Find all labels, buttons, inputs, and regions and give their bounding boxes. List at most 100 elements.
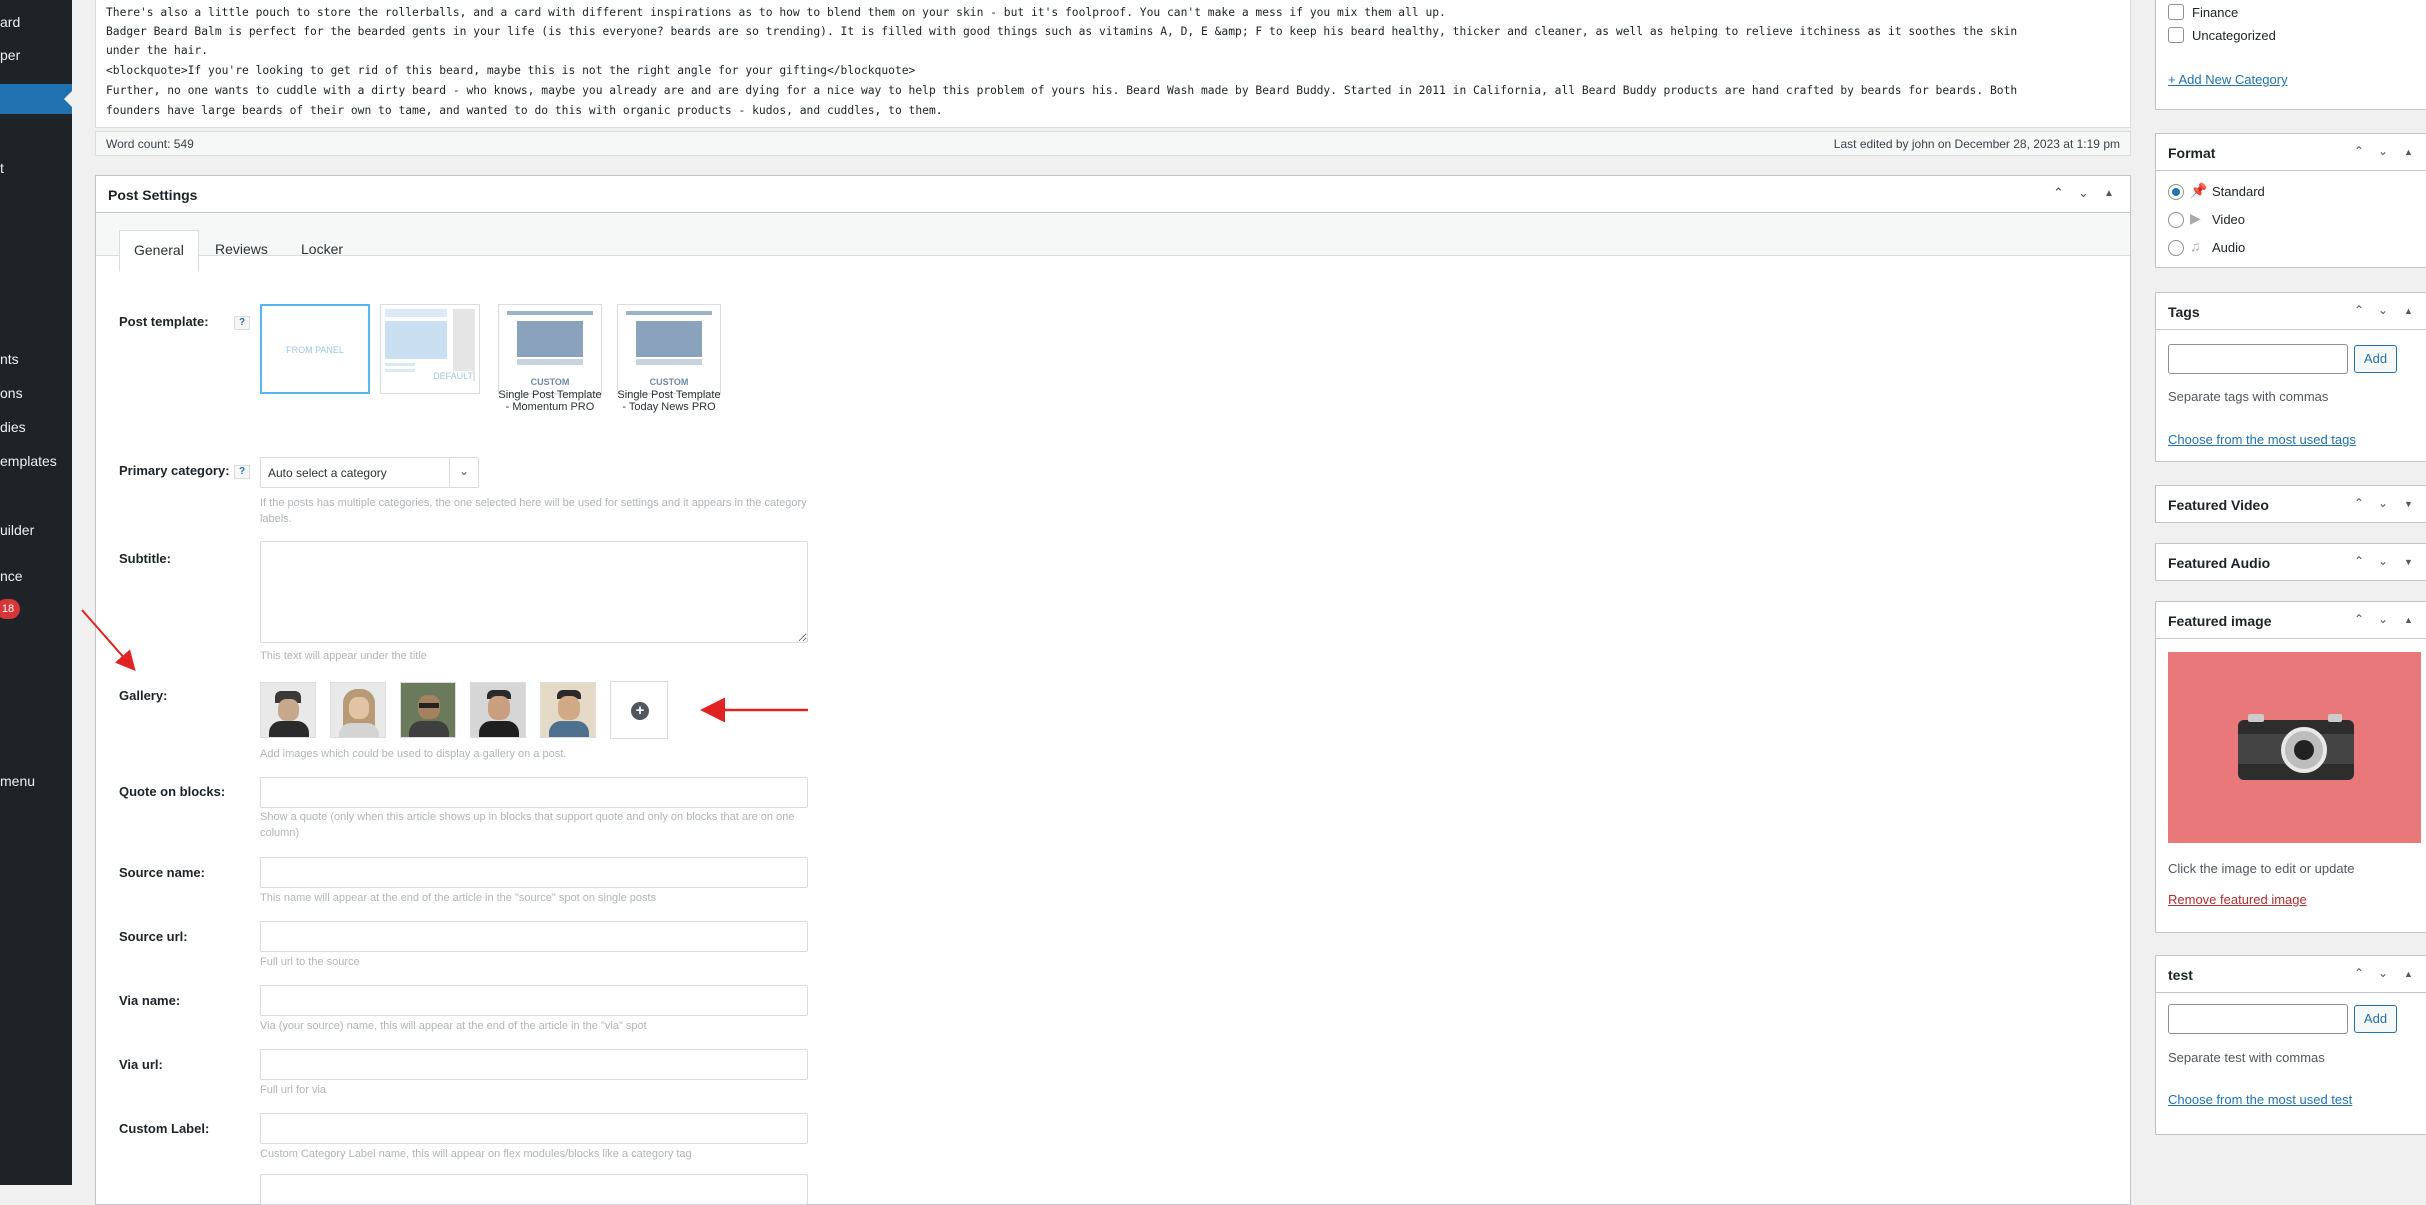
- admin-menu-item[interactable]: uilder: [0, 522, 34, 538]
- most-used-test-link[interactable]: Choose from the most used test: [2168, 1092, 2352, 1107]
- featured-audio-header[interactable]: Featured Audio ⌃ ⌄ ▼: [2156, 544, 2426, 581]
- category-checkbox[interactable]: [2168, 4, 2184, 20]
- post-template-help-icon[interactable]: ?: [234, 316, 250, 330]
- post-settings-tabs: General Reviews Locker: [96, 214, 2130, 272]
- editor-line: founders have large beards of their own …: [106, 104, 943, 117]
- custom-label-input[interactable]: [260, 1113, 808, 1144]
- test-header: test ⌃ ⌄ ▲: [2156, 956, 2426, 993]
- move-down-icon[interactable]: ⌄: [2378, 966, 2388, 980]
- custom-label-label: Custom Label:: [119, 1121, 210, 1136]
- featured-image-header: Featured image ⌃ ⌄ ▲: [2156, 602, 2426, 639]
- template-tag: CUSTOM: [649, 377, 689, 387]
- template-option-today-news[interactable]: CUSTOM: [617, 304, 721, 394]
- format-header: Format ⌃ ⌄ ▲: [2156, 134, 2426, 171]
- featured-image-title: Featured image: [2168, 613, 2272, 629]
- audio-icon: ♫: [2190, 238, 2201, 254]
- template-tag: DEFAULT: [433, 371, 473, 381]
- move-down-icon[interactable]: ⌄: [2078, 185, 2089, 201]
- move-down-icon[interactable]: ⌄: [2378, 144, 2388, 158]
- featured-image-box: Featured image ⌃ ⌄ ▲ Click the image to …: [2155, 601, 2426, 933]
- source-name-help: This name will appear at the end of the …: [260, 892, 657, 904]
- gallery-image[interactable]: [330, 682, 386, 738]
- tags-input[interactable]: [2168, 344, 2348, 374]
- update-count-badge: 18: [0, 599, 20, 619]
- format-box: Format ⌃ ⌄ ▲ 📌 Standard ▶ Video ♫ Audio: [2155, 133, 2426, 268]
- editor-line: under the hair.: [106, 44, 209, 57]
- category-checkbox[interactable]: [2168, 27, 2184, 43]
- source-url-input[interactable]: [260, 921, 808, 952]
- admin-menu-item[interactable]: dies: [0, 419, 26, 435]
- next-field-input[interactable]: [260, 1174, 808, 1205]
- admin-menu-item[interactable]: emplates: [0, 453, 57, 469]
- tab-locker[interactable]: Locker: [287, 230, 357, 272]
- gallery-image[interactable]: [400, 682, 456, 738]
- expand-toggle-icon[interactable]: ▼: [2404, 499, 2413, 509]
- via-url-input[interactable]: [260, 1049, 808, 1080]
- move-down-icon[interactable]: ⌄: [2378, 496, 2388, 510]
- move-down-icon[interactable]: ⌄: [2378, 303, 2388, 317]
- collapse-toggle-icon[interactable]: ▲: [2104, 188, 2114, 199]
- move-up-icon[interactable]: ⌃: [2354, 303, 2364, 317]
- primary-category-select[interactable]: Auto select a category ⌄: [260, 457, 479, 488]
- add-tag-button[interactable]: Add: [2354, 345, 2397, 373]
- template-option-from-panel[interactable]: FROM PANEL: [260, 304, 370, 394]
- admin-menu-item[interactable]: ons: [0, 385, 23, 401]
- editor-status-bar: Word count: 549 Last edited by john on D…: [95, 131, 2131, 156]
- featured-audio-box: Featured Audio ⌃ ⌄ ▼: [2155, 543, 2426, 581]
- move-up-icon[interactable]: ⌃: [2354, 966, 2364, 980]
- tab-reviews[interactable]: Reviews: [201, 230, 282, 272]
- post-content-editor[interactable]: There's also a little pouch to store the…: [95, 0, 2131, 128]
- via-url-help: Full url for via: [260, 1084, 327, 1096]
- collapse-toggle-icon[interactable]: ▲: [2404, 615, 2413, 625]
- move-up-icon[interactable]: ⌃: [2354, 144, 2364, 158]
- chevron-down-icon[interactable]: ⌄: [449, 458, 478, 487]
- tab-general[interactable]: General: [119, 230, 199, 272]
- admin-menu: ard per t nts ons dies emplates uilder n…: [0, 0, 72, 1185]
- remove-featured-image-link[interactable]: Remove featured image: [2168, 892, 2307, 907]
- admin-menu-item[interactable]: nce: [0, 568, 23, 584]
- admin-menu-item[interactable]: t: [0, 160, 4, 176]
- source-url-help: Full url to the source: [260, 956, 360, 968]
- test-input[interactable]: [2168, 1004, 2348, 1034]
- gallery-image[interactable]: [540, 682, 596, 738]
- add-new-category-link[interactable]: + Add New Category: [2168, 72, 2288, 87]
- category-label: Uncategorized: [2192, 28, 2276, 43]
- template-caption: Single Post Template - Today News PRO: [617, 389, 721, 413]
- admin-menu-current-item[interactable]: [0, 84, 72, 114]
- featured-video-box: Featured Video ⌃ ⌄ ▼: [2155, 485, 2426, 523]
- via-url-label: Via url:: [119, 1057, 163, 1072]
- add-test-button[interactable]: Add: [2354, 1005, 2397, 1033]
- primary-category-help-icon[interactable]: ?: [234, 465, 250, 479]
- gallery-image[interactable]: [470, 682, 526, 738]
- featured-image-preview[interactable]: [2168, 652, 2421, 843]
- move-down-icon[interactable]: ⌄: [2378, 612, 2388, 626]
- move-up-icon[interactable]: ⌃: [2354, 496, 2364, 510]
- move-down-icon[interactable]: ⌄: [2378, 554, 2388, 568]
- admin-menu-item[interactable]: ard: [0, 14, 20, 30]
- collapse-toggle-icon[interactable]: ▲: [2404, 306, 2413, 316]
- format-radio-audio[interactable]: [2168, 240, 2184, 256]
- template-option-momentum[interactable]: CUSTOM: [498, 304, 602, 394]
- gallery-image[interactable]: [260, 682, 316, 738]
- collapse-menu-item[interactable]: menu: [0, 773, 35, 789]
- template-option-default[interactable]: DEFAULT: [380, 304, 480, 394]
- add-gallery-image-button[interactable]: +: [610, 681, 668, 739]
- source-name-input[interactable]: [260, 857, 808, 888]
- expand-toggle-icon[interactable]: ▼: [2404, 557, 2413, 567]
- featured-video-header[interactable]: Featured Video ⌃ ⌄ ▼: [2156, 486, 2426, 523]
- move-up-icon[interactable]: ⌃: [2354, 554, 2364, 568]
- tags-header: Tags ⌃ ⌄ ▲: [2156, 293, 2426, 330]
- quote-input[interactable]: [260, 777, 808, 808]
- admin-menu-item[interactable]: nts: [0, 351, 19, 367]
- format-radio-standard[interactable]: [2168, 184, 2184, 200]
- most-used-tags-link[interactable]: Choose from the most used tags: [2168, 432, 2356, 447]
- collapse-toggle-icon[interactable]: ▲: [2404, 147, 2413, 157]
- collapse-toggle-icon[interactable]: ▲: [2404, 969, 2413, 979]
- quote-label: Quote on blocks:: [119, 784, 226, 799]
- admin-menu-item[interactable]: per: [0, 47, 20, 63]
- format-radio-video[interactable]: [2168, 212, 2184, 228]
- via-name-input[interactable]: [260, 985, 808, 1016]
- subtitle-textarea[interactable]: [260, 541, 808, 643]
- move-up-icon[interactable]: ⌃: [2354, 612, 2364, 626]
- move-up-icon[interactable]: ⌃: [2053, 185, 2064, 201]
